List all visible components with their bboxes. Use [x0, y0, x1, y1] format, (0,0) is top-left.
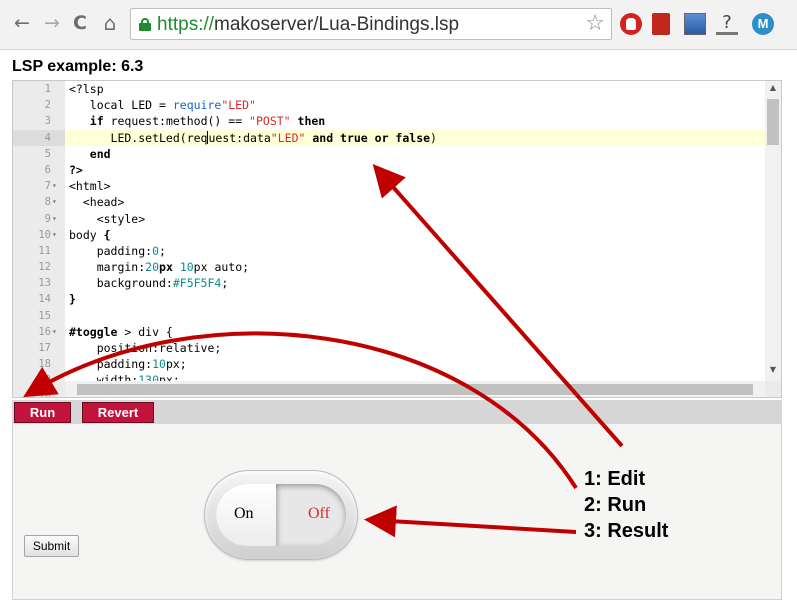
- editor-button-bar: Run Revert: [12, 400, 782, 424]
- led-toggle-switch[interactable]: On Off: [216, 484, 346, 546]
- code-line[interactable]: 15: [13, 308, 781, 324]
- revert-button[interactable]: Revert: [82, 402, 154, 423]
- step-result-label: 3: Result: [584, 520, 669, 542]
- image-extension-icon[interactable]: [684, 13, 706, 35]
- line-number: 15: [38, 309, 51, 322]
- steps-annotation: 1: Edit 2: Run 3: Result: [584, 466, 668, 544]
- step-edit-label: 1: Edit: [584, 468, 646, 490]
- line-number: 9: [44, 212, 51, 225]
- reload-icon[interactable]: C: [70, 13, 90, 33]
- line-number: 6: [44, 163, 51, 176]
- horizontal-scroll-thumb[interactable]: [77, 384, 753, 395]
- code-line[interactable]: 7 ▾ <html>: [13, 178, 781, 194]
- line-number: 3: [44, 115, 51, 128]
- url-scheme: https://: [157, 14, 215, 35]
- fold-arrow-icon[interactable]: ▾: [52, 194, 57, 210]
- scrollbar-corner: [765, 381, 781, 397]
- fold-arrow-icon[interactable]: ▾: [52, 324, 57, 340]
- code-line[interactable]: 17 position:relative;: [13, 340, 781, 356]
- line-number: 14: [38, 293, 51, 306]
- run-button[interactable]: Run: [14, 402, 71, 423]
- code-line[interactable]: 18 padding:10px;: [13, 356, 781, 372]
- line-number: 4: [13, 129, 65, 146]
- adblock-extension-icon[interactable]: [620, 13, 642, 35]
- code-line[interactable]: 8 ▾ <head>: [13, 194, 781, 210]
- lock-icon: [139, 18, 151, 31]
- home-icon[interactable]: ⌂: [100, 13, 120, 33]
- back-arrow-icon[interactable]: ←: [12, 13, 32, 33]
- line-number: 20: [38, 390, 51, 398]
- code-editor[interactable]: 1 <?lsp 2 local LED = require"LED" 3 if …: [12, 80, 782, 398]
- toggle-on-label: On: [234, 505, 254, 522]
- line-number: 12: [38, 261, 51, 274]
- scroll-down-icon[interactable]: ▼: [765, 365, 781, 374]
- line-number: 2: [44, 99, 51, 112]
- line-number: 5: [44, 147, 51, 160]
- code-line[interactable]: 3 if request:method() == "POST" then: [13, 113, 781, 129]
- url-path: makoserver/Lua-Bindings.lsp: [214, 14, 460, 35]
- code-line[interactable]: 14 }: [13, 291, 781, 307]
- fold-arrow-icon[interactable]: ▾: [52, 178, 57, 194]
- toggle-off-label: Off: [308, 505, 330, 522]
- page-title: LSP example: 6.3: [12, 58, 144, 75]
- scroll-up-icon[interactable]: ▲: [765, 83, 781, 92]
- vertical-scrollbar[interactable]: ▲ ▼: [765, 81, 781, 383]
- forward-arrow-icon[interactable]: →: [42, 13, 62, 33]
- step-run-label: 2: Run: [584, 494, 647, 516]
- line-number: 17: [38, 342, 51, 354]
- code-line[interactable]: 10 ▾ body {: [13, 227, 781, 243]
- m-extension-icon[interactable]: M: [752, 13, 774, 35]
- code-line[interactable]: 12 margin:20px 10px auto;: [13, 259, 781, 275]
- code-line-active[interactable]: 4 LED.setLed(request:data"LED" and true …: [13, 129, 781, 146]
- line-number: 1: [44, 83, 51, 95]
- code-line[interactable]: 11 padding:0;: [13, 243, 781, 259]
- vertical-scroll-thumb[interactable]: [767, 99, 779, 145]
- line-number: 13: [38, 277, 51, 290]
- code-line[interactable]: 9 ▾ <style>: [13, 211, 781, 227]
- code-line[interactable]: 5 end: [13, 146, 781, 162]
- code-line[interactable]: 1 <?lsp: [13, 81, 781, 97]
- code-line[interactable]: 2 local LED = require"LED": [13, 97, 781, 113]
- line-number: 7: [44, 180, 51, 193]
- line-number: 16: [38, 325, 51, 338]
- horizontal-scrollbar[interactable]: [65, 381, 767, 397]
- help-extension-icon[interactable]: ?: [716, 13, 738, 35]
- line-number: 19: [38, 374, 51, 387]
- line-number: 18: [38, 358, 51, 371]
- line-number: 10: [38, 228, 51, 241]
- code-line[interactable]: 16 ▾ #toggle > div {: [13, 324, 781, 340]
- code-line[interactable]: 6 ?>: [13, 162, 781, 178]
- fold-arrow-icon[interactable]: ▾: [52, 211, 57, 227]
- address-bar[interactable]: https://makoserver/Lua-Bindings.lsp ☆: [130, 8, 612, 40]
- line-number: 11: [38, 244, 51, 257]
- url-text: https://makoserver/Lua-Bindings.lsp: [157, 14, 459, 36]
- line-number: 8: [44, 196, 51, 209]
- browser-toolbar: ← → C ⌂ https://makoserver/Lua-Bindings.…: [0, 0, 797, 50]
- code-line[interactable]: 13 background:#F5F5F4;: [13, 275, 781, 291]
- fold-arrow-icon[interactable]: ▾: [52, 227, 57, 243]
- bookmark-star-icon[interactable]: ☆: [585, 12, 605, 36]
- submit-button[interactable]: Submit: [24, 535, 79, 557]
- book-extension-icon[interactable]: [652, 13, 670, 35]
